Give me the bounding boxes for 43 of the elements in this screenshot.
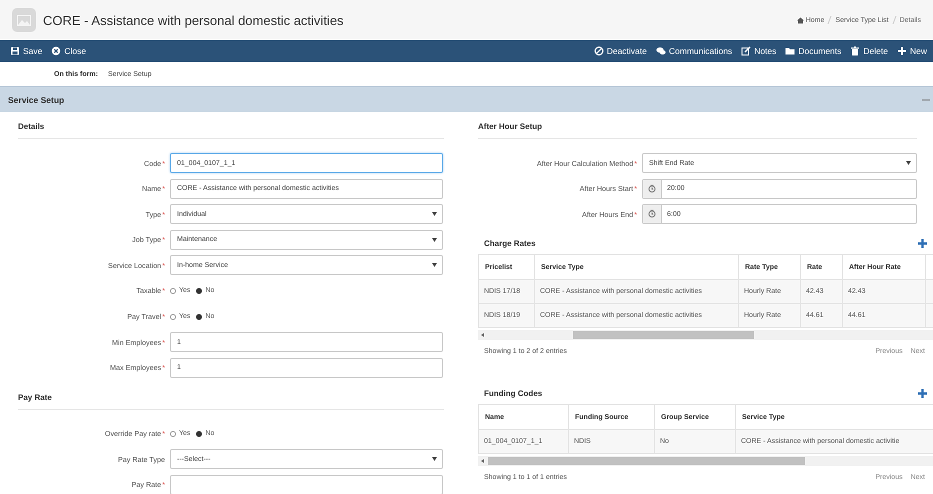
deactivate-button[interactable]: Deactivate — [594, 46, 647, 56]
folder-icon — [785, 46, 796, 56]
save-icon — [10, 46, 20, 56]
delete-button[interactable]: Delete — [850, 46, 888, 56]
caret-icon — [906, 161, 911, 165]
close-button[interactable]: Close — [51, 46, 86, 56]
save-button[interactable]: Save — [10, 46, 42, 56]
new-button[interactable]: New — [896, 46, 927, 56]
radio-button[interactable] — [196, 430, 202, 437]
communications-button[interactable]: Communications — [656, 46, 732, 56]
add-icon[interactable] — [918, 238, 927, 248]
section-heading: Details — [18, 116, 444, 139]
radio-button[interactable] — [170, 314, 176, 320]
table-title: Funding Codes — [484, 388, 542, 398]
radio-button[interactable] — [196, 288, 202, 294]
add-icon[interactable] — [918, 388, 927, 398]
page-title: CORE - Assistance with personal domestic activities — [43, 12, 345, 28]
close-icon — [51, 46, 62, 56]
caret-icon — [432, 263, 437, 268]
section-title: Service Setup — [8, 94, 66, 104]
radio-button[interactable] — [196, 314, 202, 320]
edit-icon — [741, 46, 752, 56]
caret-icon — [432, 457, 437, 462]
clock-icon — [643, 205, 662, 224]
caret-icon — [432, 238, 437, 242]
notes-button[interactable]: Notes — [741, 46, 776, 56]
ban-icon — [594, 46, 604, 56]
logo-icon — [12, 8, 36, 32]
chat-icon — [656, 46, 666, 56]
radio-button[interactable] — [170, 430, 176, 437]
caret-icon — [432, 212, 437, 216]
clock-icon — [643, 180, 662, 198]
trash-icon — [850, 46, 860, 56]
section-heading: After Hour Setup — [478, 116, 917, 139]
section-heading: Pay Rate — [18, 386, 444, 410]
documents-button[interactable]: Documents — [785, 46, 842, 56]
table-title: Charge Rates — [484, 238, 536, 248]
home-icon — [796, 16, 804, 24]
plus-icon — [896, 46, 907, 56]
horizontal-scrollbar[interactable] — [478, 330, 933, 340]
horizontal-scrollbar[interactable] — [478, 456, 933, 466]
radio-button[interactable] — [170, 288, 176, 294]
text-field[interactable] — [170, 474, 443, 494]
